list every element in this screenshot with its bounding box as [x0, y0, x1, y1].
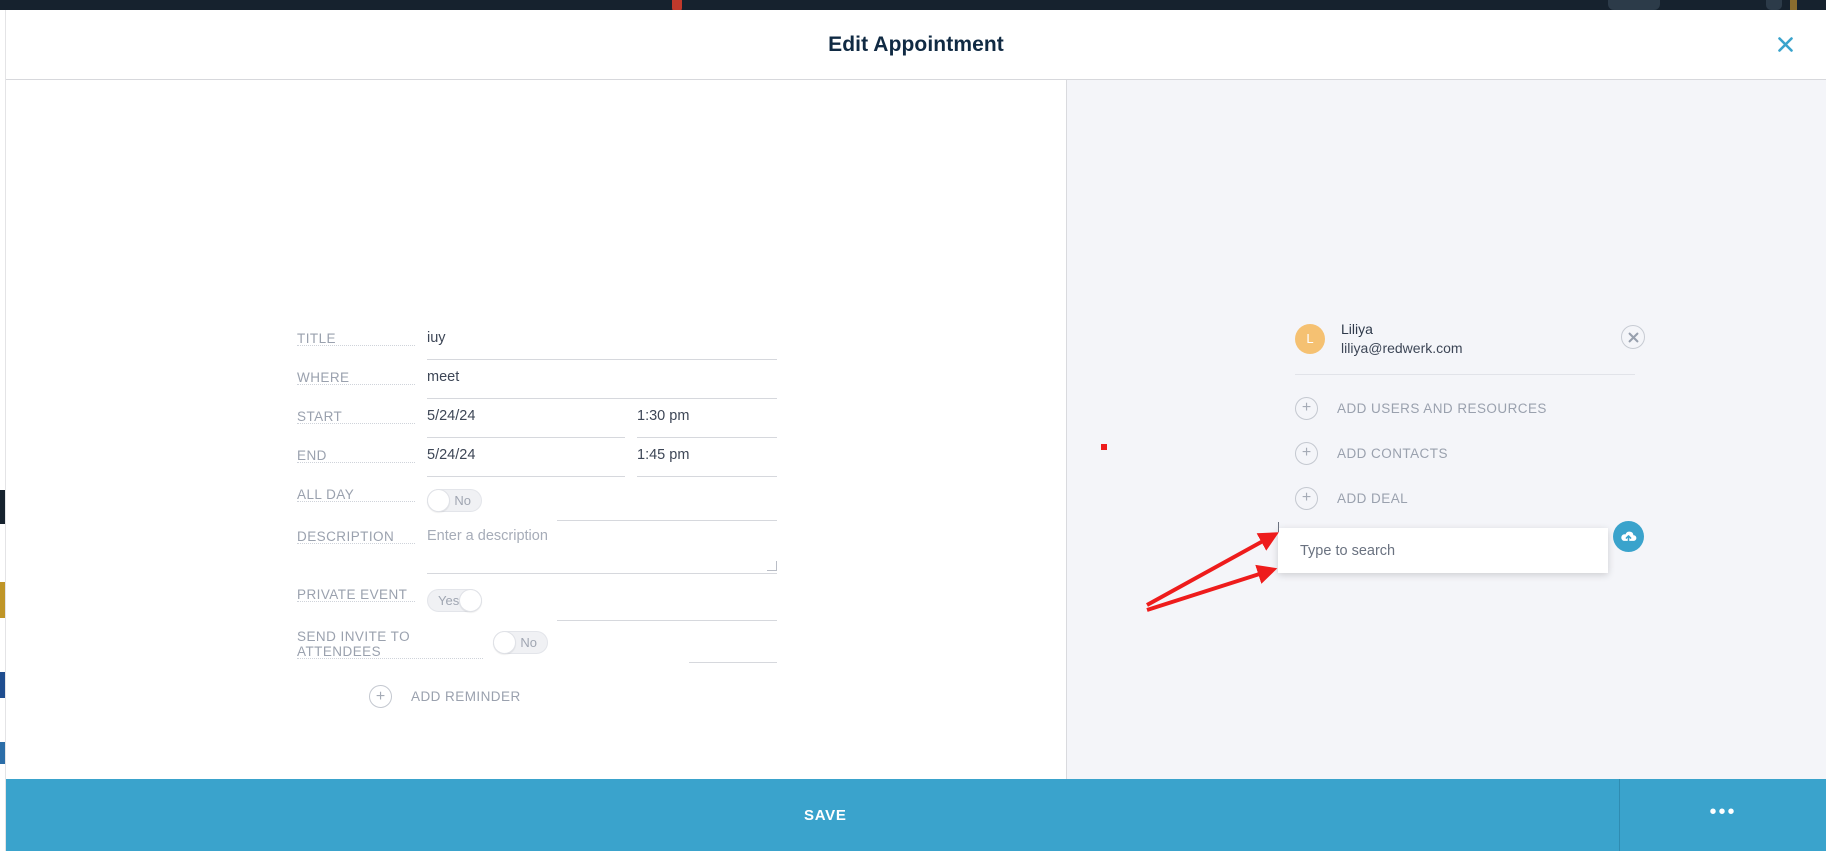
overflow-menu-button[interactable]: ••• [1620, 779, 1826, 851]
annotation-dot [1101, 444, 1107, 450]
field-row-description: DESCRIPTION Enter a description [297, 521, 777, 579]
plus-icon: + [1295, 441, 1318, 465]
plus-icon: + [1295, 486, 1318, 510]
cloud-upload-icon[interactable] [1613, 521, 1644, 552]
search-dropdown [1278, 528, 1608, 573]
dialog-header: Edit Appointment [6, 10, 1826, 80]
send-invite-toggle[interactable]: No [493, 631, 548, 654]
field-row-start: START 5/24/24 1:30 pm [297, 401, 777, 440]
dialog-body: TITLE iuy WHERE meet START 5/24/24 1:30 … [6, 80, 1826, 779]
edit-appointment-dialog: Edit Appointment TITLE iuy WHERE meet ST… [6, 10, 1826, 851]
toggle-knob [459, 589, 482, 612]
attendees-block: L Liliya liliya@redwerk.com + ADD USERS … [1295, 320, 1645, 510]
browser-chrome-strip [0, 0, 1826, 10]
field-row-where: WHERE meet [297, 362, 777, 401]
description-label: DESCRIPTION [297, 521, 427, 544]
where-input[interactable]: meet [427, 362, 777, 399]
attendee-list-item: L Liliya liliya@redwerk.com [1295, 320, 1645, 375]
all-day-value-cell: No [427, 479, 777, 521]
toggle-knob [427, 489, 450, 512]
add-users-and-resources-button[interactable]: + ADD USERS AND RESOURCES [1295, 396, 1635, 420]
chrome-control-pill-right [1766, 0, 1782, 10]
attendee-name: Liliya [1341, 321, 1373, 337]
send-invite-toggle-state: No [520, 635, 537, 650]
plus-icon: + [1295, 396, 1318, 420]
private-event-toggle[interactable]: Yes [427, 589, 482, 612]
start-date-input[interactable]: 5/24/24 [427, 401, 625, 438]
add-reminder-label: ADD REMINDER [411, 689, 521, 704]
send-invite-underline [689, 662, 777, 663]
private-event-label: PRIVATE EVENT [297, 579, 427, 602]
appointment-form: TITLE iuy WHERE meet START 5/24/24 1:30 … [297, 323, 777, 708]
add-reminder-button[interactable]: + ADD REMINDER [297, 685, 777, 708]
close-icon[interactable] [1770, 30, 1800, 60]
chrome-accent-bar [1790, 0, 1797, 10]
title-label: TITLE [297, 323, 427, 346]
where-label: WHERE [297, 362, 427, 385]
field-row-private-event: PRIVATE EVENT Yes [297, 579, 777, 621]
description-placeholder: Enter a description [427, 528, 548, 544]
resize-handle-icon[interactable] [767, 561, 777, 571]
start-time-input[interactable]: 1:30 pm [637, 401, 777, 438]
field-row-end: END 5/24/24 1:45 pm [297, 440, 777, 479]
start-label: START [297, 401, 427, 424]
add-users-and-resources-label: ADD USERS AND RESOURCES [1337, 400, 1547, 416]
add-contacts-label: ADD CONTACTS [1337, 445, 1448, 461]
attendees-pane: L Liliya liliya@redwerk.com + ADD USERS … [1067, 80, 1826, 779]
field-row-send-invite: SEND INVITE TO ATTENDEES No [297, 621, 777, 663]
page-title: Edit Appointment [828, 32, 1004, 56]
search-input[interactable] [1278, 541, 1608, 560]
end-date-input[interactable]: 5/24/24 [427, 440, 625, 477]
end-label: END [297, 440, 427, 463]
send-invite-value-cell: No [493, 621, 777, 663]
avatar: L [1295, 323, 1325, 354]
title-input[interactable]: iuy [427, 323, 777, 360]
save-button[interactable]: SAVE [6, 779, 1619, 851]
plus-icon: + [369, 685, 392, 708]
add-deal-label: ADD DEAL [1337, 490, 1409, 506]
add-contacts-button[interactable]: + ADD CONTACTS [1295, 441, 1635, 465]
field-row-all-day: ALL DAY No [297, 479, 777, 521]
attendee-info: Liliya liliya@redwerk.com [1341, 320, 1463, 358]
search-text-caret [1278, 522, 1279, 532]
close-circle-icon[interactable] [1621, 325, 1645, 349]
overflow-menu-label: ••• [1709, 800, 1737, 823]
all-day-toggle-state: No [454, 493, 471, 508]
chrome-control-pill-left [1608, 0, 1660, 10]
send-invite-label: SEND INVITE TO ATTENDEES [297, 621, 493, 659]
end-time-input[interactable]: 1:45 pm [637, 440, 777, 477]
private-event-toggle-state: Yes [438, 593, 460, 608]
dialog-footer: SAVE ••• [6, 779, 1826, 851]
add-deal-button[interactable]: + ADD DEAL [1295, 486, 1635, 510]
attendee-email: liliya@redwerk.com [1341, 339, 1463, 356]
private-event-value-cell: Yes [427, 579, 777, 621]
description-textarea[interactable]: Enter a description [427, 521, 777, 574]
appointment-details-pane: TITLE iuy WHERE meet START 5/24/24 1:30 … [6, 80, 1066, 779]
toggle-knob [493, 631, 516, 654]
all-day-label: ALL DAY [297, 479, 427, 502]
all-day-toggle[interactable]: No [427, 489, 482, 512]
save-button-label: SAVE [804, 806, 847, 824]
field-row-title: TITLE iuy [297, 323, 777, 362]
